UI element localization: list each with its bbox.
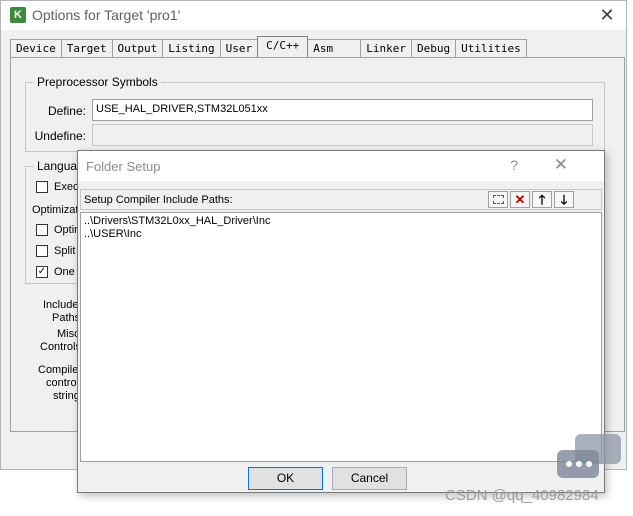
new-folder-icon [492, 195, 504, 204]
tab-utilities[interactable]: Utilities [455, 39, 527, 57]
include-paths-header-label: Setup Compiler Include Paths: [84, 194, 233, 206]
preprocessor-group: Preprocessor Symbols Define: USE_HAL_DRI… [25, 75, 605, 152]
dialog-help-button[interactable]: ? [510, 157, 518, 173]
tab-device[interactable]: Device [10, 39, 62, 57]
undefine-label: Undefine: [34, 129, 86, 143]
tab-cpp[interactable]: C/C++ [257, 36, 309, 57]
tab-listing[interactable]: Listing [162, 39, 221, 57]
tab-linker[interactable]: Linker [360, 39, 412, 57]
optim-checkbox[interactable] [36, 224, 48, 236]
controls-label: Controls [40, 341, 81, 353]
arrow-up-icon: 🡑 [538, 192, 546, 207]
control-label: control [46, 377, 80, 389]
keil-app-icon: K [10, 7, 26, 23]
window-close-button[interactable]: ✕ [596, 4, 618, 26]
exec-checkbox[interactable] [36, 181, 48, 193]
window-titlebar: K Options for Target 'pro1' ✕ [1, 1, 626, 30]
split-checkbox[interactable] [36, 245, 48, 257]
ok-button[interactable]: OK [248, 467, 323, 490]
window-title: Options for Target 'pro1' [32, 7, 181, 23]
string-label: string [53, 390, 80, 402]
tab-bar: Device Target Output Listing User C/C++ … [10, 36, 527, 57]
tab-user[interactable]: User [219, 39, 259, 57]
compiler-label: Compiler [38, 364, 83, 376]
paths-label: Paths [52, 312, 81, 324]
include-paths-header: Setup Compiler Include Paths: ✕ 🡑 🡓 [80, 189, 602, 210]
preprocessor-group-title: Preprocessor Symbols [34, 75, 161, 89]
dialog-title: Folder Setup [86, 159, 161, 174]
delete-button[interactable]: ✕ [510, 191, 530, 208]
tab-asm[interactable]: Asm [307, 39, 362, 57]
tab-debug[interactable]: Debug [410, 39, 457, 57]
split-label: Split [54, 245, 76, 257]
csdn-watermark: CSDN @qq_40982984 [445, 487, 599, 504]
list-item[interactable]: ..\Drivers\STM32L0xx_HAL_Driver\Inc [84, 215, 598, 228]
tab-target[interactable]: Target [60, 39, 113, 57]
delete-icon: ✕ [514, 192, 526, 207]
define-label: Define: [47, 104, 86, 118]
exec-label: Exec [54, 181, 79, 193]
tab-output[interactable]: Output [111, 39, 164, 57]
move-up-button[interactable]: 🡑 [532, 191, 552, 208]
define-input[interactable]: USE_HAL_DRIVER,STM32L051xx [92, 99, 593, 121]
dialog-close-button[interactable]: ✕ [554, 155, 568, 175]
include-paths-list[interactable]: ..\Drivers\STM32L0xx_HAL_Driver\Inc ..\U… [80, 212, 602, 462]
undefine-input[interactable] [92, 124, 593, 146]
list-item[interactable]: ..\USER\Inc [84, 228, 598, 241]
move-down-button[interactable]: 🡓 [554, 191, 574, 208]
new-folder-button[interactable] [488, 191, 508, 208]
include-label: Include [43, 299, 79, 311]
folder-setup-dialog: Folder Setup ? ✕ Setup Compiler Include … [77, 150, 605, 493]
chat-bubble-icon [557, 434, 621, 478]
arrow-down-icon: 🡓 [560, 192, 568, 207]
cancel-button[interactable]: Cancel [332, 467, 407, 490]
dialog-titlebar: Folder Setup ? ✕ [78, 151, 604, 181]
one-checkbox[interactable]: ✓ [36, 266, 48, 278]
one-label: One [54, 266, 75, 278]
